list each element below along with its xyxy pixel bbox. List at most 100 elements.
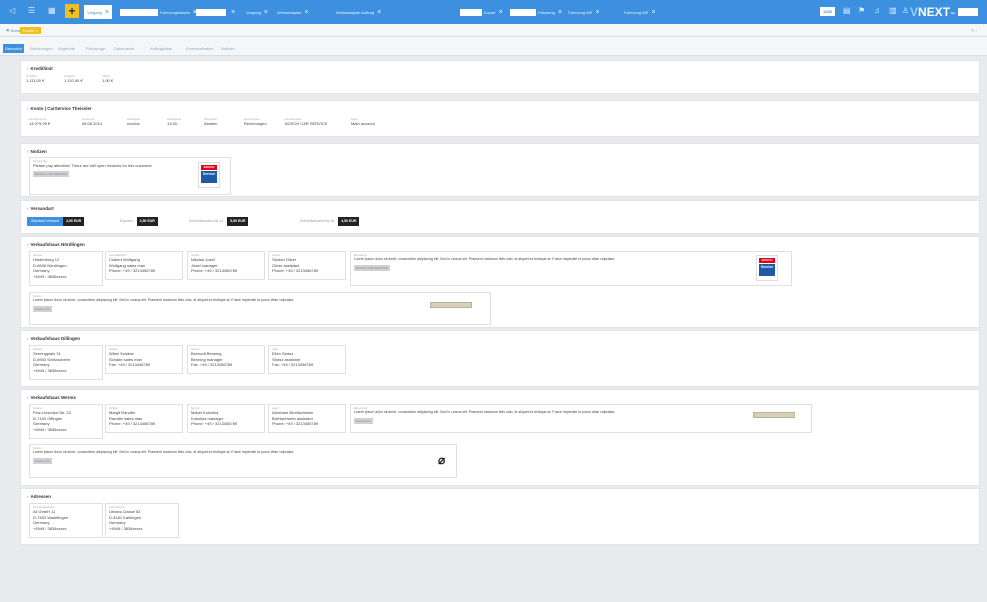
address-card: Adresse Pelz-Lieschke-Str. 23 D-7163 Off… (29, 404, 103, 439)
sub-tag-2[interactable]: Kunde × (20, 27, 42, 34)
field-value: 08.08.2014 (82, 121, 103, 126)
app-logo: VNEXT™ (910, 5, 955, 19)
tab-fahrzeug[interactable]: Fahrzeug × (510, 5, 562, 19)
tab-fahrzeughistorie[interactable]: Fahrzeughistorie × (120, 5, 197, 19)
logo-suffix: ™ (950, 12, 956, 18)
note-tag: BOSCH CAR SERVICE (33, 170, 69, 177)
contact-card: Service Bennedi Benning Benning manager … (187, 345, 265, 374)
tab-fahrzeug-we-1[interactable]: Fahrzeug WE × (568, 5, 600, 19)
top-bar: ◁ ☰ ▦ + Vorgang × Fahrzeughistorie × × Vor… (0, 0, 987, 24)
tab-kunde[interactable]: Kunde × (460, 5, 503, 19)
list-icon[interactable]: ▤ (843, 6, 851, 15)
field-kreditlimit: Kreditlimit 1.111,00 € (26, 75, 44, 84)
note-card: Kundennotiz Please pay attention! There … (29, 157, 231, 195)
kreditlimit-fields: Kreditlimit 1.111,00 € Verfügbar 1.110,0… (26, 75, 145, 90)
close-icon[interactable]: × (651, 9, 655, 16)
scrollbar[interactable] (981, 60, 985, 590)
tab-label: Kunde (484, 9, 496, 15)
section-title[interactable]: Versandart (27, 206, 54, 211)
contact-phone: Fax: +49 / 3213456789 (191, 362, 233, 367)
tab-label: Werkstattplan Auftrag (336, 9, 375, 15)
close-icon[interactable]: × (558, 9, 562, 16)
section-title[interactable]: Notizen (27, 149, 47, 154)
note-text: Please pay attention! There are still op… (33, 163, 152, 168)
menu-icon[interactable]: ☰ (28, 6, 35, 15)
tab-thumbnail (510, 8, 536, 16)
section-konto: Konto | CarService Theissler Kundennumme… (20, 100, 980, 137)
tab-label: Vorgang (246, 9, 261, 15)
close-icon[interactable]: × (304, 9, 308, 16)
field-value: Invoice (127, 121, 140, 126)
bell-icon[interactable]: ♫ (874, 6, 880, 15)
contact-phone: Phone: +49 / 3213456789 (109, 421, 156, 426)
slider-thumbnail[interactable] (430, 302, 472, 308)
tab-fahrzeuge[interactable]: Fahrzeuge (84, 44, 107, 53)
section-adressen: Adressen Rechnungsadresse Ali GmbH 11 D-… (20, 488, 980, 545)
address-card: Adresse Hindenburg 12 D-8636 Nördlingen … (29, 251, 103, 286)
tab-auftragsliste[interactable]: Auftragsliste (148, 44, 174, 53)
sub-tag-label: Kunde (23, 28, 35, 33)
flag-icon[interactable]: ⚑ (858, 6, 865, 15)
section-title[interactable]: Adressen (27, 494, 52, 499)
field-verfuegbar: Verfügbar 1.110,00 € (64, 75, 83, 84)
back-icon[interactable]: ◁ (9, 6, 15, 15)
tab-label: Fahrzeug (538, 9, 555, 15)
remark-card: Bemerkung Lorem ipsum dolor sit amet, co… (350, 251, 792, 286)
tab-dokumente[interactable]: Dokumente (112, 44, 136, 53)
note-card: Notizen Lorem ipsum dolor sit amet, cons… (29, 292, 491, 325)
tab-kommunikation[interactable]: Kommunikation (184, 44, 216, 53)
field-kundennummer: Kundennummer 14.979,99 € (29, 118, 50, 126)
close-icon[interactable]: × (377, 9, 381, 16)
logo-accent: V (910, 5, 919, 19)
field-value: 14.979,99 € (29, 121, 51, 126)
shipping-option-express[interactable]: Express 2,50 EUR (116, 217, 158, 226)
contact-phone: Fax: +49 / 3213456789 (272, 362, 314, 367)
avatar[interactable] (958, 8, 978, 16)
section-title[interactable]: Kreditlimit (27, 66, 53, 71)
tab-vorgang-active[interactable]: Vorgang × (84, 5, 112, 19)
section-title[interactable]: Verkaufshaus Werms (27, 395, 76, 400)
section-title[interactable]: Verkaufshaus Nördlingen (27, 242, 85, 247)
count-badge[interactable]: 1200 (820, 7, 835, 16)
tab-notizen[interactable]: Notizen (219, 44, 237, 53)
close-icon[interactable]: × (231, 9, 235, 16)
shipping-option-schnell-12[interactable]: Schnellversand bis 12 5,90 EUR (185, 217, 249, 226)
section-nordlingen: Verkaufshaus Nördlingen Adresse Hindenbu… (20, 236, 980, 328)
tab-angebote[interactable]: Angebote (56, 44, 77, 53)
close-icon[interactable]: × (499, 9, 503, 16)
address-line: +4949 / 3838xxxxx (109, 525, 143, 531)
tab-item[interactable]: × (196, 5, 235, 19)
tab-vorgang[interactable]: Vorgang × (246, 5, 268, 19)
chart-icon[interactable]: ▥ (889, 6, 897, 15)
field-zahlungsart: Zahlungsart Invoice (127, 118, 140, 126)
field-zahlungsziel: Zahlungsziel 13,90 - (167, 118, 181, 126)
field-kundengruppe: Kundengruppe BOSCH CAR SERVICE (285, 118, 327, 126)
close-icon[interactable]: × (264, 9, 268, 16)
sub-bar: ⚑ Kunde Kunde × ✎ › (0, 24, 987, 37)
remark-tag: Kunde Info (354, 417, 373, 424)
user-icon[interactable]: ♙ (902, 6, 909, 15)
close-icon[interactable]: × (105, 9, 109, 16)
tab-rechnungen[interactable]: Rechnungen (28, 44, 55, 53)
note-text: Lorem ipsum dolor sit amet, consectetur … (33, 298, 295, 302)
section-title[interactable]: Konto | CarService Theissler (27, 106, 92, 111)
section-notizen: Notizen Kundennotiz Please pay attention… (20, 143, 980, 197)
edit-icon[interactable]: ✎ › (968, 27, 980, 34)
close-icon[interactable]: × (595, 9, 599, 16)
shipping-option-schnell-15[interactable]: Schnellversand bis 15 4,50 EUR (296, 217, 360, 226)
remark-text: Lorem ipsum dolor sit amet, consectetur … (354, 257, 616, 261)
field-value: Rechnungen (244, 121, 267, 126)
contact-card: Lager Abraham Brühlschwein Brühlschwein … (268, 404, 346, 433)
tab-fahrzeug-we-2[interactable]: Fahrzeug WE × (624, 5, 656, 19)
tab-werkstattplan-auftrag[interactable]: Werkstattplan Auftrag × (336, 5, 381, 19)
shipping-price: 5,90 EUR (227, 217, 249, 226)
section-title[interactable]: Verkaufshaus Dillingen (27, 336, 81, 341)
tab-thumbnail (460, 8, 482, 16)
tab-uebersicht[interactable]: Übersicht (3, 44, 24, 53)
tab-werkstattplan[interactable]: Werkstattplan × (277, 5, 308, 19)
shipping-label: Standard Versand (27, 217, 64, 226)
shipping-option-standard[interactable]: Standard Versand 4,90 EUR (27, 217, 85, 226)
slider-thumbnail[interactable] (753, 412, 795, 418)
grid-icon[interactable]: ▦ (48, 6, 56, 15)
add-tab-button[interactable]: + (65, 4, 79, 18)
